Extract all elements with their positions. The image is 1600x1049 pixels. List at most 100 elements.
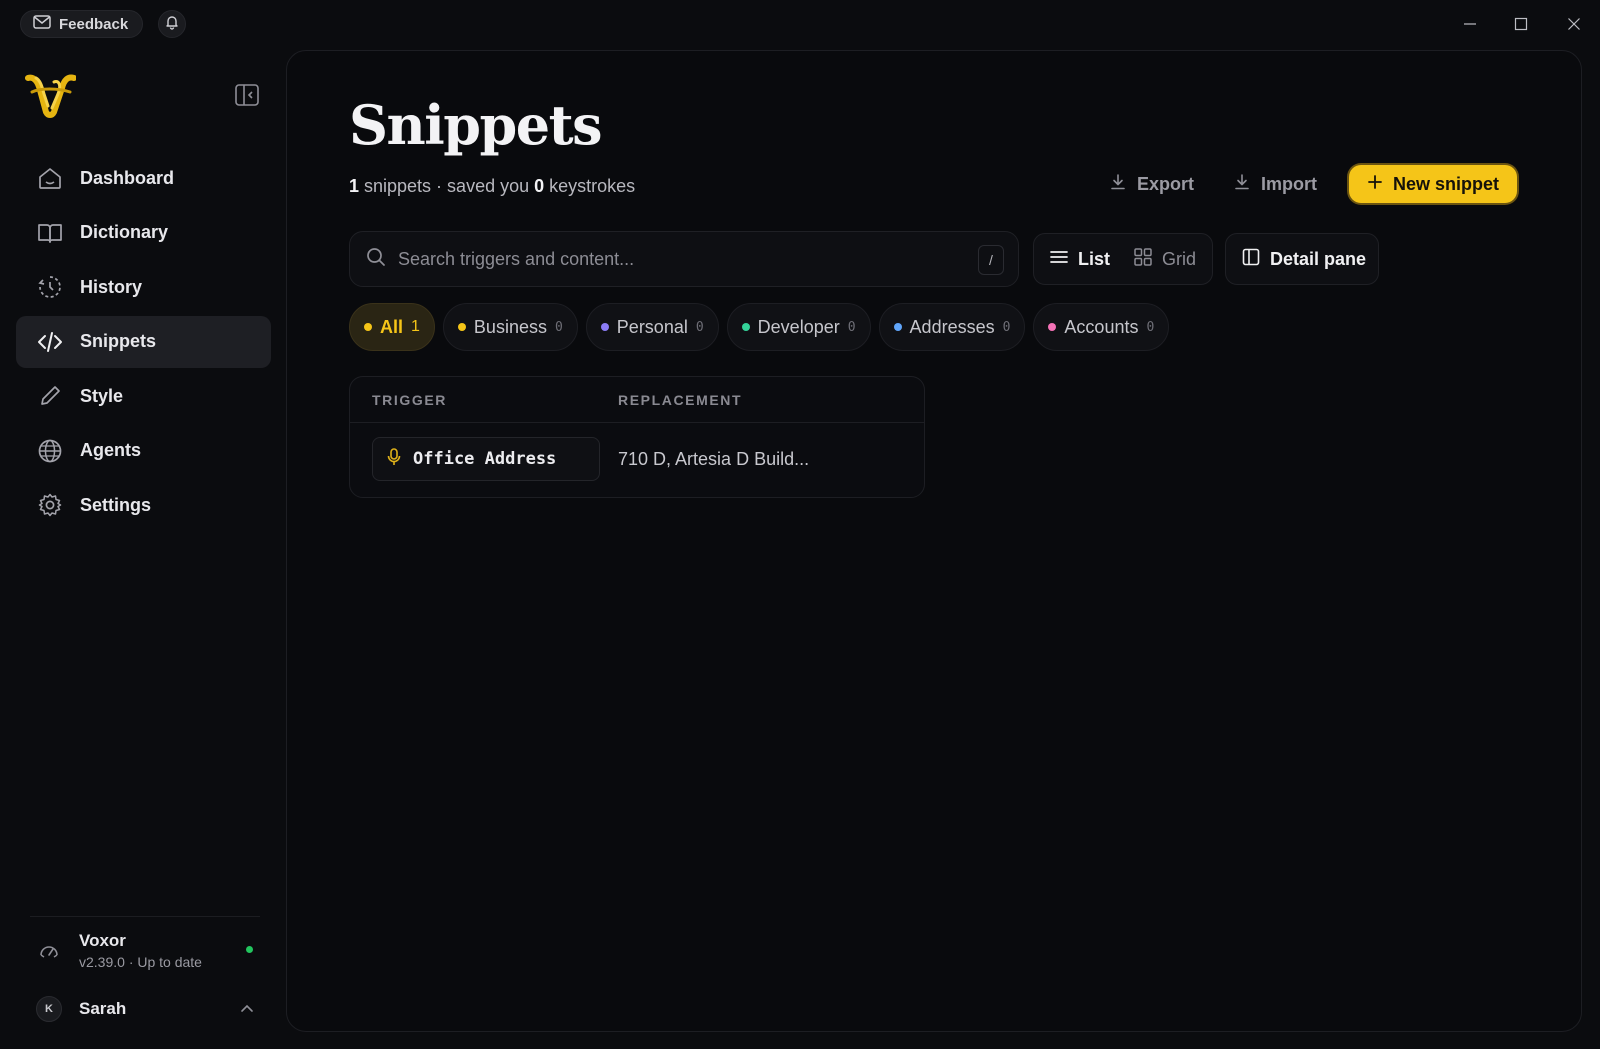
chip-label: Accounts [1064,316,1139,337]
filter-chip-developer[interactable]: Developer 0 [726,303,871,351]
globe-icon [36,437,64,465]
sidebar-item-label: Settings [80,494,152,515]
detail-pane-label: Detail pane [1270,248,1367,269]
detail-pane-button[interactable]: Detail pane [1225,233,1379,285]
table-header: TRIGGER REPLACEMENT [350,377,924,423]
sidebar-item-dictionary[interactable]: Dictionary [16,207,271,259]
search-icon [366,247,386,272]
search-box: / [349,231,1019,287]
gear-icon [36,491,64,519]
export-label: Export [1137,173,1195,194]
book-icon [36,219,64,247]
minimize-icon [1464,23,1476,25]
filter-chip-accounts[interactable]: Accounts 0 [1033,303,1170,351]
list-icon [1050,249,1068,270]
import-label: Import [1261,173,1317,194]
code-icon [36,328,64,356]
sidebar-item-label: Dashboard [80,167,175,188]
sidebar-item-snippets[interactable]: Snippets [16,315,271,368]
trigger-text: Office Address [413,449,557,469]
sidebar-item-history[interactable]: History [16,261,271,313]
sidebar-divider [30,916,260,917]
chevron-up-icon [238,1000,256,1018]
category-dot [741,323,750,331]
collapse-sidebar-button[interactable] [234,82,260,108]
keystrokes-count: 0 [534,176,545,196]
search-shortcut-key: / [978,245,1004,275]
home-icon [36,164,64,192]
import-button[interactable]: Import [1233,166,1317,202]
chip-label: All [380,316,404,337]
list-view-button[interactable]: List [1050,249,1110,270]
chip-count: 0 [554,319,563,335]
sidebar-item-dashboard[interactable]: Dashboard [16,152,271,204]
sidebar-item-style[interactable]: Style [16,370,271,422]
chip-label: Business [473,316,547,337]
category-dot [893,323,902,331]
panel-icon [1242,248,1260,271]
trigger-pill: Office Address [372,437,600,481]
snippets-summary: 1 snippets · saved you 0 keystrokes [349,176,635,197]
gauge-icon [38,940,60,967]
new-snippet-label: New snippet [1392,173,1499,194]
chip-label: Personal [616,316,688,337]
main-panel: Snippets 1 snippets · saved you 0 keystr… [286,50,1582,1032]
grid-label: Grid [1162,248,1197,269]
chip-label: Addresses [909,316,995,337]
chip-count: 0 [847,319,856,335]
feedback-label: Feedback [59,15,129,33]
column-header-trigger: TRIGGER [372,392,447,408]
download-icon [1109,173,1127,196]
bell-icon [164,14,180,35]
category-filters: All 1 Business 0 Personal 0 Developer 0 … [349,303,1170,351]
snippets-table: TRIGGER REPLACEMENT Office Address 710 D… [349,376,925,498]
sidebar-item-label: Style [80,385,124,406]
pen-icon [36,382,64,410]
replacement-text: 710 D, Artesia D Build... [618,449,810,469]
chip-count: 0 [695,319,704,335]
new-snippet-button[interactable]: New snippet [1349,165,1517,203]
page-title: Snippets [349,93,603,157]
minimize-button[interactable] [1458,12,1482,36]
user-menu[interactable]: K Sarah [36,992,266,1026]
app-name: Voxor [79,931,126,950]
column-header-replacement: REPLACEMENT [618,392,743,408]
sidebar-item-label: Agents [80,440,142,460]
voxor-logo [24,68,77,120]
sidebar-toggle-icon [235,84,259,106]
table-row[interactable]: Office Address 710 D, Artesia D Build... [350,423,924,497]
filter-chip-addresses[interactable]: Addresses 0 [878,303,1026,351]
summary-end-text: keystrokes [544,176,636,196]
category-dot [457,323,466,331]
history-icon [36,273,64,301]
sidebar-item-label: Snippets [80,331,157,351]
user-name: Sarah [79,999,127,1018]
sidebar-item-settings[interactable]: Settings [16,479,271,531]
feedback-button[interactable]: Feedback [20,10,144,38]
category-dot [600,323,609,331]
filter-chip-personal[interactable]: Personal 0 [585,303,719,351]
view-toggle: List Grid [1033,233,1213,285]
bell-button[interactable] [158,10,186,38]
sidebar-item-label: History [80,276,143,297]
summary-text: snippets · saved you [359,176,535,196]
maximize-button[interactable] [1509,12,1533,36]
category-dot [1048,323,1057,331]
close-icon [1568,18,1580,30]
plus-icon [1367,174,1383,195]
grid-view-button[interactable]: Grid [1134,247,1197,271]
search-input[interactable] [398,248,968,270]
maximize-icon [1514,17,1528,31]
chip-count: 0 [1146,319,1155,335]
close-button[interactable] [1562,12,1586,36]
export-button[interactable]: Export [1109,166,1194,202]
snippet-count: 1 [349,176,360,196]
chip-count: 0 [1002,319,1011,335]
filter-chip-all[interactable]: All 1 [349,303,435,351]
download-icon [1233,173,1251,196]
filter-chip-business[interactable]: Business 0 [442,303,578,351]
app-version-status[interactable]: Voxor v2.39.0 · Up to date [36,928,266,978]
status-indicator [246,946,253,953]
microphone-icon [387,447,401,471]
sidebar-item-agents[interactable]: Agents [16,425,271,477]
